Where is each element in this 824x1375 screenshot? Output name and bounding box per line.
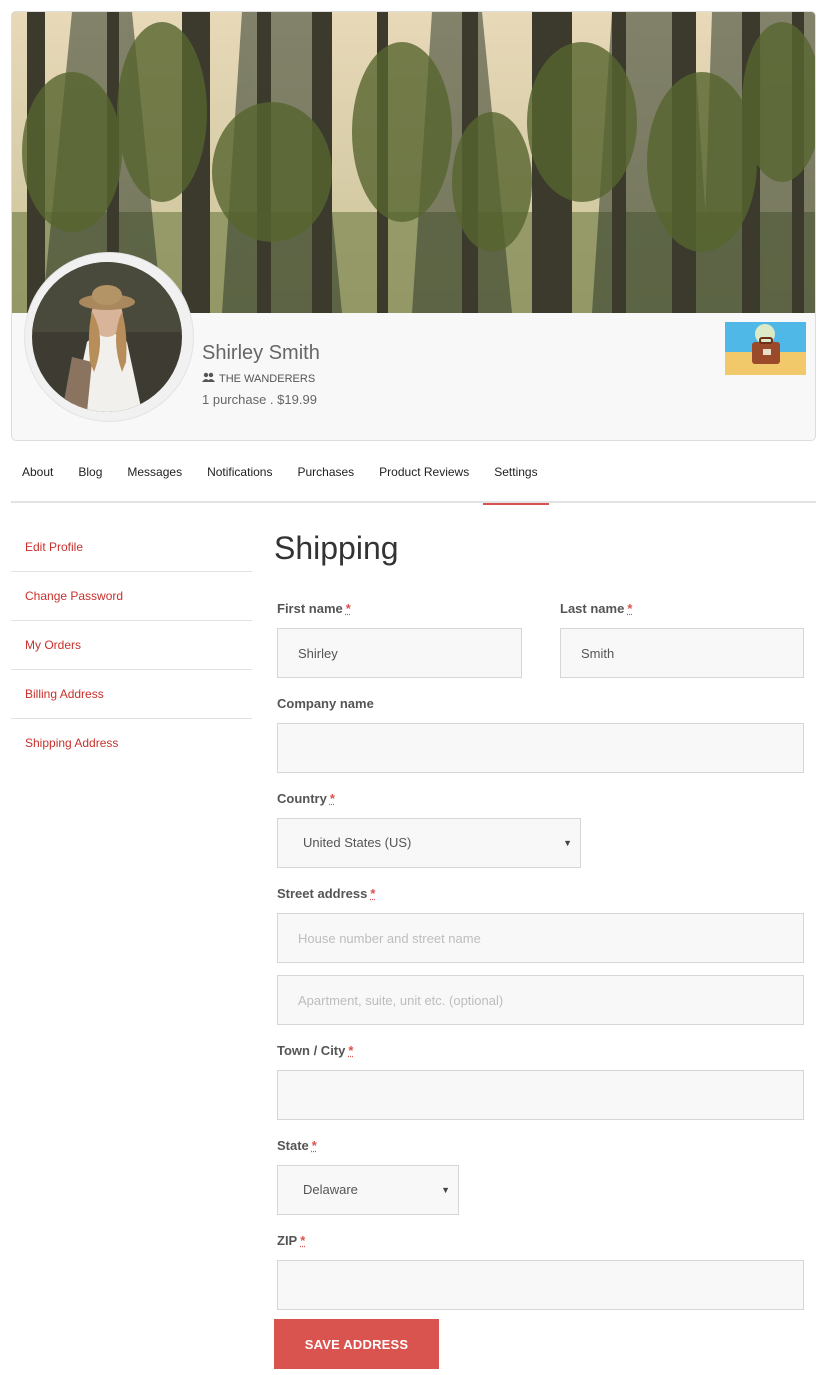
required-marker: *	[627, 601, 633, 616]
profile-card: Shirley Smith THE WANDERERS 1 purchase .…	[11, 11, 816, 441]
menu-change-password[interactable]: Change Password	[11, 572, 252, 621]
menu-shipping-address[interactable]: Shipping Address	[11, 719, 252, 768]
city-field[interactable]	[277, 1070, 804, 1120]
zip-label: ZIP *	[277, 1233, 306, 1248]
required-marker: *	[348, 1043, 354, 1058]
city-label: Town / City *	[277, 1043, 354, 1058]
last-name-field[interactable]	[560, 628, 804, 678]
menu-billing-address[interactable]: Billing Address	[11, 670, 252, 719]
tab-blog[interactable]: Blog	[67, 452, 113, 503]
group-name: THE WANDERERS	[219, 373, 316, 385]
required-marker: *	[345, 601, 351, 616]
required-marker: *	[370, 886, 376, 901]
profile-tabs: About Blog Messages Notifications Purcha…	[11, 452, 816, 505]
page-title: Shipping	[274, 530, 399, 566]
first-name-label: First name *	[277, 601, 351, 616]
menu-my-orders[interactable]: My Orders	[11, 621, 252, 670]
company-field[interactable]	[277, 723, 804, 773]
settings-side-menu: Edit Profile Change Password My Orders B…	[11, 523, 252, 768]
state-value: Delaware	[303, 1182, 358, 1197]
zip-field[interactable]	[277, 1260, 804, 1310]
state-select[interactable]: Delaware ▼	[277, 1165, 459, 1215]
tab-messages[interactable]: Messages	[116, 452, 193, 503]
street-line1-field[interactable]	[277, 913, 804, 963]
street-line2-field[interactable]	[277, 975, 804, 1025]
company-label: Company name	[277, 696, 374, 711]
required-marker: *	[311, 1138, 317, 1153]
user-avatar-photo[interactable]	[32, 262, 182, 412]
country-label: Country *	[277, 791, 335, 806]
users-icon	[202, 372, 215, 386]
tab-settings[interactable]: Settings	[483, 452, 549, 505]
tab-about[interactable]: About	[11, 452, 64, 503]
profile-name: Shirley Smith	[202, 342, 320, 364]
required-marker: *	[329, 791, 335, 806]
save-address-button[interactable]: SAVE ADDRESS	[274, 1319, 439, 1369]
caret-down-icon: ▼	[441, 1185, 450, 1195]
suitcase-beach-badge	[725, 322, 806, 375]
group-line[interactable]: THE WANDERERS	[202, 372, 315, 386]
last-name-label: Last name *	[560, 601, 633, 616]
menu-edit-profile[interactable]: Edit Profile	[11, 523, 252, 572]
country-value: United States (US)	[303, 835, 412, 850]
required-marker: *	[300, 1233, 306, 1248]
tab-notifications[interactable]: Notifications	[196, 452, 283, 503]
tab-product-reviews[interactable]: Product Reviews	[368, 452, 480, 503]
caret-down-icon: ▼	[563, 838, 572, 848]
street-label: Street address *	[277, 886, 376, 901]
state-label: State *	[277, 1138, 317, 1153]
first-name-field[interactable]	[277, 628, 522, 678]
country-select[interactable]: United States (US) ▼	[277, 818, 581, 868]
purchase-summary: 1 purchase . $19.99	[202, 392, 317, 407]
tab-purchases[interactable]: Purchases	[286, 452, 365, 503]
